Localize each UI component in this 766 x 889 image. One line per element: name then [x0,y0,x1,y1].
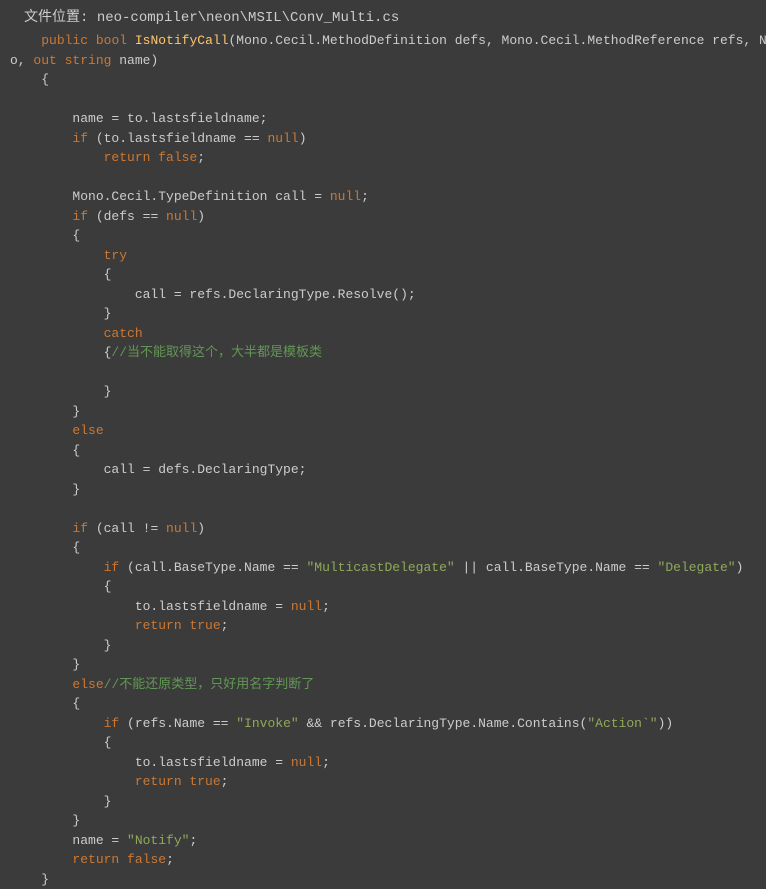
comment-line: //不能还原类型，只好用名字判断了 [104,677,315,692]
string-literal: "Notify" [127,833,189,848]
code-line: { [10,345,111,360]
code-line: (call.BaseType.Name == [119,560,306,575]
code-line: to.lastsfieldname = [10,599,291,614]
code-line [10,618,135,633]
comment-line: //当不能取得这个，大半都是模板类 [111,345,322,360]
file-path-value: neo-compiler\neon\MSIL\Conv_Multi.cs [97,10,399,26]
brace-close: } [104,794,112,809]
kw-null: null [166,209,197,224]
kw-null: null [166,521,197,536]
kw-true: true [189,774,220,789]
brace-close: } [41,872,49,887]
code-line: (call != [88,521,166,536]
code-line: (defs == [88,209,166,224]
code-line: to.lastsfieldname = [10,755,291,770]
semicolon: ; [166,852,174,867]
brace-open: { [104,579,112,594]
code-line: )) [658,716,674,731]
semicolon: ; [361,189,369,204]
close-paren: ) [197,209,205,224]
close-paren: ) [299,131,307,146]
kw-false: false [127,852,166,867]
kw-true: true [189,618,220,633]
kw-public: public [41,33,88,48]
semicolon: ; [189,833,197,848]
kw-if: if [72,209,88,224]
brace-close: } [104,384,112,399]
brace-close: } [104,638,112,653]
kw-string: string [65,53,112,68]
kw-bool: bool [96,33,127,48]
code-line: && refs.DeclaringType.Name.Contains( [299,716,588,731]
file-path-label: 文件位置: [24,10,88,26]
brace-open: { [72,443,80,458]
code-line: (to.lastsfieldname == [88,131,267,146]
code-line: name = to.lastsfieldname; [10,111,267,126]
string-literal: "Delegate" [658,560,736,575]
code-block: public bool IsNotifyCall(Mono.Cecil.Meth… [10,31,756,889]
sig-part3: name) [111,53,158,68]
kw-out: out [33,53,56,68]
sig-part1: (Mono.Cecil.MethodDefinition defs, Mono.… [229,33,766,48]
semicolon: ; [322,599,330,614]
kw-if: if [104,716,120,731]
brace-open: { [72,540,80,555]
code-line: (refs.Name == [119,716,236,731]
close-paren: ) [736,560,744,575]
kw-if: if [72,131,88,146]
brace-close: } [104,306,112,321]
kw-null: null [267,131,298,146]
code-line [10,150,104,165]
semicolon: ; [322,755,330,770]
kw-return: return [104,150,151,165]
string-literal: "MulticastDelegate" [306,560,454,575]
semicolon: ; [221,618,229,633]
brace-open: { [41,72,49,87]
kw-else: else [72,423,103,438]
code-line: name = [10,833,127,848]
brace-close: } [72,482,80,497]
kw-null: null [291,599,322,614]
kw-if: if [72,521,88,536]
kw-catch: catch [104,326,143,341]
brace-close: } [72,404,80,419]
function-name: IsNotifyCall [135,33,229,48]
brace-open: { [104,735,112,750]
kw-return: return [135,774,182,789]
file-path-header: 文件位置: neo-compiler\neon\MSIL\Conv_Multi.… [10,8,756,29]
kw-null: null [291,755,322,770]
code-line: call = defs.DeclaringType; [10,462,306,477]
code-line: Mono.Cecil.TypeDefinition call = [10,189,330,204]
brace-close: } [72,657,80,672]
kw-return: return [135,618,182,633]
brace-open: { [72,228,80,243]
brace-open: { [104,267,112,282]
brace-open: { [72,696,80,711]
kw-false: false [158,150,197,165]
semicolon: ; [221,774,229,789]
kw-null: null [330,189,361,204]
code-line: || call.BaseType.Name == [455,560,658,575]
kw-return: return [72,852,119,867]
sig-part2: o, [10,53,33,68]
kw-else: else [72,677,103,692]
string-literal: "Invoke" [236,716,298,731]
kw-try: try [104,248,127,263]
kw-if: if [104,560,120,575]
code-line: call = refs.DeclaringType.Resolve(); [10,287,416,302]
close-paren: ) [197,521,205,536]
code-line [10,774,135,789]
semicolon: ; [197,150,205,165]
brace-close: } [72,813,80,828]
string-literal: "Action`" [587,716,657,731]
